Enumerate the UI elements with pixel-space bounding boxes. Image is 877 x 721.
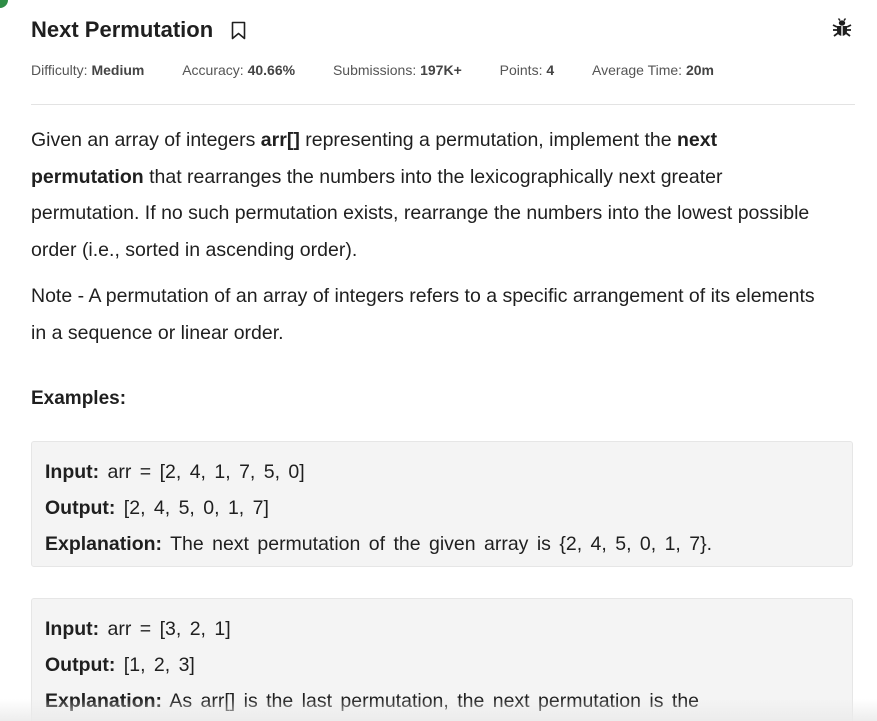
header-divider <box>31 104 855 105</box>
submissions-stat: Submissions: 197K+ <box>333 62 462 78</box>
output-label: Output: <box>45 654 116 676</box>
input-label: Input: <box>45 461 100 483</box>
average-time-stat: Average Time: 20m <box>592 62 714 78</box>
bug-icon[interactable] <box>831 17 853 39</box>
points-value: 4 <box>546 62 555 78</box>
average-time-label: Average Time: <box>592 62 683 78</box>
problem-description: Given an array of integers arr[] represe… <box>31 122 821 351</box>
submissions-value: 197K+ <box>420 62 462 78</box>
accuracy-value: 40.66% <box>247 62 296 78</box>
description-text: Given an array of integers <box>31 129 261 151</box>
example-output: Output: [2, 4, 5, 0, 1, 7] <box>45 490 852 526</box>
problem-meta: Difficulty: Medium Accuracy: 40.66% Subm… <box>31 62 748 78</box>
scroll-fade <box>0 699 877 721</box>
description-note: Note - A permutation of an array of inte… <box>31 285 815 344</box>
example-explanation: Explanation: The next permutation of the… <box>45 526 852 562</box>
output-value: [2, 4, 5, 0, 1, 7] <box>115 497 269 519</box>
difficulty-value: Medium <box>91 62 145 78</box>
accuracy-label: Accuracy: <box>182 62 244 78</box>
example-box: Input: arr = [2, 4, 1, 7, 5, 0] Output: … <box>31 441 853 567</box>
input-label: Input: <box>45 618 100 640</box>
example-input: Input: arr = [3, 2, 1] <box>45 611 852 647</box>
submissions-label: Submissions: <box>332 62 417 78</box>
explanation-value: The next permutation of the given array … <box>162 533 713 555</box>
example-output: Output: [1, 2, 3] <box>45 647 852 683</box>
problem-page: Next Permutation Difficulty: Medium Accu… <box>0 0 877 721</box>
description-text: representing a permutation, implement th… <box>299 129 678 151</box>
average-time-value: 20m <box>685 62 714 78</box>
accuracy-stat: Accuracy: 40.66% <box>182 62 295 78</box>
difficulty-stat: Difficulty: Medium <box>31 62 144 78</box>
output-value: [1, 2, 3] <box>115 654 195 676</box>
examples-heading: Examples: <box>31 388 127 409</box>
problem-title: Next Permutation <box>31 17 214 42</box>
bookmark-icon[interactable] <box>231 21 246 40</box>
input-value: arr = [2, 4, 1, 7, 5, 0] <box>99 461 305 483</box>
description-paragraph: Given an array of integers arr[] represe… <box>31 122 821 268</box>
explanation-label: Explanation: <box>45 533 163 555</box>
problem-header: Next Permutation <box>31 14 855 50</box>
status-dot <box>0 0 8 8</box>
output-label: Output: <box>45 497 116 519</box>
example-input: Input: arr = [2, 4, 1, 7, 5, 0] <box>45 454 852 490</box>
description-bold-arr: arr[] <box>260 129 300 151</box>
difficulty-label: Difficulty: <box>31 62 88 78</box>
description-text: that rearranges the numbers into the lex… <box>31 165 810 261</box>
points-stat: Points: 4 <box>500 62 555 78</box>
input-value: arr = [3, 2, 1] <box>99 618 231 640</box>
points-label: Points: <box>499 62 543 78</box>
